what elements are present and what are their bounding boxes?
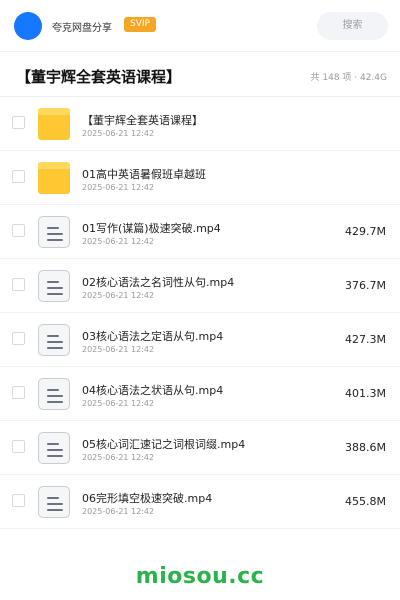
file-name: 02核心语法之名词性从句.mp4 bbox=[82, 276, 235, 289]
list-item[interactable]: 04核心语法之状语从句.mp4 2025-06-21 12:42 401.3M bbox=[0, 367, 400, 421]
list-item[interactable]: 01写作(谋篇)极速突破.mp4 2025-06-21 12:42 429.7M bbox=[0, 205, 400, 259]
file-size: 376.7M bbox=[345, 279, 386, 292]
select-checkbox[interactable] bbox=[12, 224, 25, 237]
file-date: 2025-06-21 12:42 bbox=[82, 453, 155, 462]
select-checkbox[interactable] bbox=[12, 170, 25, 183]
video-file-icon bbox=[38, 270, 70, 302]
list-item[interactable]: 06完形填空极速突破.mp4 2025-06-21 12:42 455.8M bbox=[0, 475, 400, 529]
select-checkbox[interactable] bbox=[12, 386, 25, 399]
file-name: 【董宇辉全套英语课程】 bbox=[82, 114, 203, 127]
video-file-icon bbox=[38, 324, 70, 356]
file-date: 2025-06-21 12:42 bbox=[82, 237, 155, 246]
share-title-row: 【董宇辉全套英语课程】 共 148 项 · 42.4G bbox=[0, 52, 400, 97]
list-item[interactable]: 【董宇辉全套英语课程】 2025-06-21 12:42 bbox=[0, 97, 400, 151]
file-size: 429.7M bbox=[345, 225, 386, 238]
list-item[interactable]: 05核心词汇速记之词根词缀.mp4 2025-06-21 12:42 388.6… bbox=[0, 421, 400, 475]
select-checkbox[interactable] bbox=[12, 116, 25, 129]
file-date: 2025-06-21 12:42 bbox=[82, 291, 155, 300]
file-size: 401.3M bbox=[345, 387, 386, 400]
file-size: 455.8M bbox=[345, 495, 386, 508]
file-date: 2025-06-21 12:42 bbox=[82, 345, 155, 354]
file-name: 01高中英语暑假班卓越班 bbox=[82, 168, 206, 181]
top-bar: 夸克网盘分享 SVIP 搜索 bbox=[0, 0, 400, 52]
video-file-icon bbox=[38, 432, 70, 464]
video-file-icon bbox=[38, 486, 70, 518]
select-checkbox[interactable] bbox=[12, 440, 25, 453]
file-name: 01写作(谋篇)极速突破.mp4 bbox=[82, 222, 221, 235]
file-date: 2025-06-21 12:42 bbox=[82, 129, 155, 138]
video-file-icon bbox=[38, 216, 70, 248]
select-checkbox[interactable] bbox=[12, 278, 25, 291]
list-item[interactable]: 01高中英语暑假班卓越班 2025-06-21 12:42 bbox=[0, 151, 400, 205]
select-checkbox[interactable] bbox=[12, 332, 25, 345]
file-name: 06完形填空极速突破.mp4 bbox=[82, 492, 213, 505]
list-item[interactable]: 02核心语法之名词性从句.mp4 2025-06-21 12:42 376.7M bbox=[0, 259, 400, 313]
select-checkbox[interactable] bbox=[12, 494, 25, 507]
svip-badge: SVIP bbox=[124, 17, 156, 32]
file-date: 2025-06-21 12:42 bbox=[82, 183, 155, 192]
page-title: 【董宇辉全套英语课程】 bbox=[16, 68, 182, 86]
item-count: 共 148 项 · 42.4G bbox=[310, 73, 388, 83]
video-file-icon bbox=[38, 378, 70, 410]
file-name: 03核心语法之定语从句.mp4 bbox=[82, 330, 224, 343]
list-item[interactable]: 03核心语法之定语从句.mp4 2025-06-21 12:42 427.3M bbox=[0, 313, 400, 367]
file-size: 388.6M bbox=[345, 441, 386, 454]
file-name: 04核心语法之状语从句.mp4 bbox=[82, 384, 224, 397]
file-list: 【董宇辉全套英语课程】 2025-06-21 12:42 01高中英语暑假班卓越… bbox=[0, 97, 400, 529]
file-date: 2025-06-21 12:42 bbox=[82, 399, 155, 408]
file-name: 05核心词汇速记之词根词缀.mp4 bbox=[82, 438, 246, 451]
folder-icon bbox=[38, 162, 70, 194]
folder-icon bbox=[38, 108, 70, 140]
file-date: 2025-06-21 12:42 bbox=[82, 507, 155, 516]
app-name: 夸克网盘分享 bbox=[52, 23, 112, 34]
site-watermark: miosou.cc bbox=[135, 564, 265, 589]
avatar[interactable] bbox=[14, 12, 42, 40]
file-size: 427.3M bbox=[345, 333, 386, 346]
search-button[interactable]: 搜索 bbox=[317, 12, 388, 40]
footer: miosou.cc bbox=[0, 548, 400, 600]
